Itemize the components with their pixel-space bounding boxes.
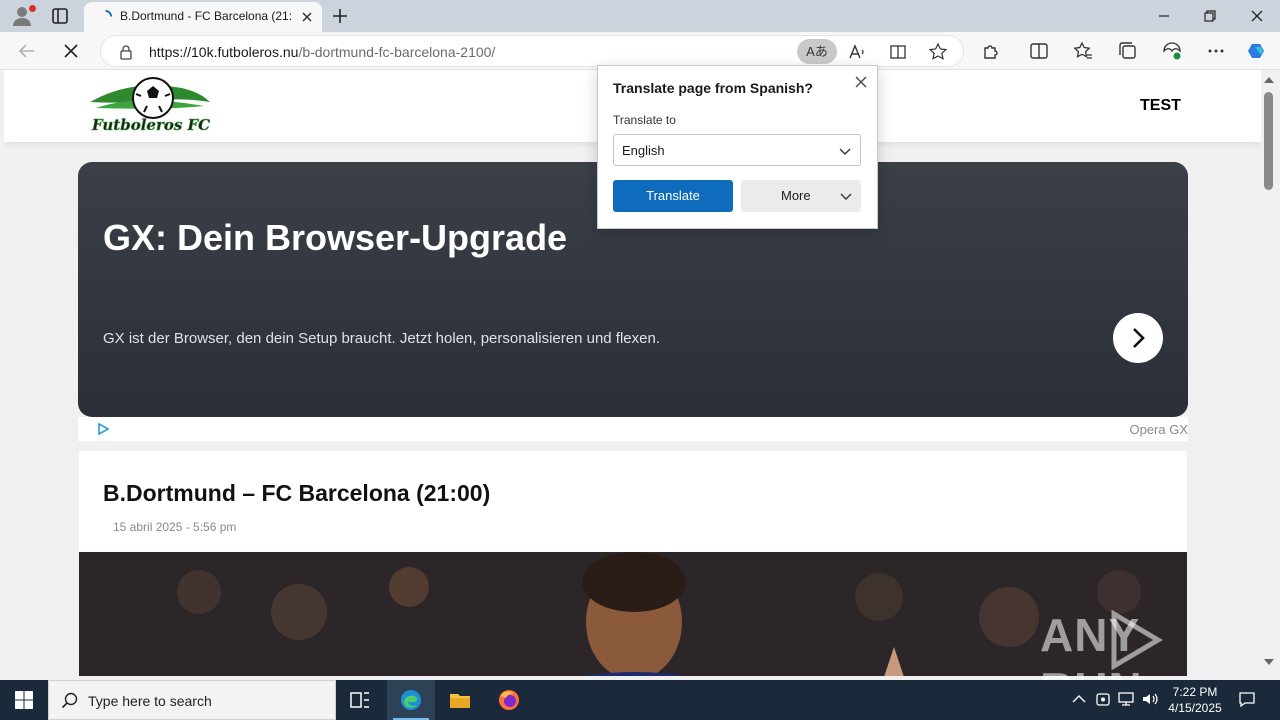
minimize-icon[interactable] (1154, 6, 1174, 26)
article-date: 15 abril 2025 - 5:56 pm (113, 520, 237, 534)
edge-taskbar-button[interactable] (387, 680, 435, 720)
taskbar-search[interactable]: Type here to search (48, 680, 336, 720)
chevron-right-icon (1133, 328, 1145, 348)
volume-icon[interactable] (1141, 690, 1159, 708)
ad-text: GX ist der Browser, den dein Setup brauc… (103, 330, 660, 347)
restore-icon[interactable] (1200, 6, 1220, 26)
copilot-icon[interactable] (1246, 40, 1268, 62)
address-bar[interactable]: https://10k.futboleros.nu/b-dortmund-fc-… (100, 35, 964, 67)
translate-to-label: Translate to (613, 113, 676, 127)
loading-spinner-icon (105, 9, 113, 17)
clock-time: 7:22 PM (1172, 685, 1218, 699)
tab-strip: B.Dortmund - FC Barcelona (21:0 (0, 0, 1280, 32)
favorite-star-icon[interactable] (928, 42, 948, 62)
extensions-icon[interactable] (980, 40, 1002, 62)
article-image (79, 552, 1187, 676)
browser-tab[interactable]: B.Dortmund - FC Barcelona (21:0 (84, 2, 322, 32)
translate-confirm-button[interactable]: Translate (613, 180, 733, 212)
task-view-icon (350, 692, 369, 708)
scroll-thumb[interactable] (1264, 92, 1273, 190)
url-path: /b-dortmund-fc-barcelona-2100/ (298, 44, 496, 60)
close-window-icon[interactable] (1247, 6, 1267, 26)
notifications-icon[interactable] (1238, 690, 1256, 708)
article-title: B.Dortmund – FC Barcelona (21:00) (103, 480, 491, 506)
firefox-button[interactable] (485, 680, 533, 720)
favorites-icon[interactable] (1072, 40, 1094, 62)
taskbar-clock[interactable]: 7:22 PM 4/15/2025 (1160, 684, 1230, 716)
tab-title: B.Dortmund - FC Barcelona (21:0 (120, 9, 292, 23)
browser-essentials-icon[interactable] (1161, 40, 1183, 62)
read-aloud-icon[interactable] (847, 42, 867, 62)
file-explorer-button[interactable] (436, 680, 484, 720)
more-options-button[interactable]: More (741, 180, 861, 212)
ad-footer: Opera GX (78, 417, 1188, 441)
site-logo[interactable]: Futboleros FC (86, 72, 216, 138)
close-icon[interactable] (853, 74, 869, 90)
url-domain: https://10k.futboleros.nu (149, 44, 299, 60)
immersive-reader-icon[interactable] (888, 42, 908, 62)
close-tab-icon[interactable] (300, 10, 314, 24)
player-photo (79, 552, 1187, 676)
language-select[interactable]: English (613, 134, 861, 166)
search-placeholder: Type here to search (88, 693, 212, 709)
windows-start-icon[interactable] (14, 690, 34, 710)
ad-brand[interactable]: Opera GX (1129, 422, 1188, 437)
back-icon[interactable] (16, 40, 38, 62)
edge-icon (401, 690, 421, 710)
chevron-down-icon (839, 148, 851, 155)
chevron-up-icon[interactable] (1070, 690, 1088, 708)
settings-more-icon[interactable] (1205, 40, 1227, 62)
new-tab-icon[interactable] (330, 6, 350, 26)
folder-icon (450, 694, 470, 708)
svg-text:Futboleros FC: Futboleros FC (91, 116, 210, 134)
ad-next-button[interactable] (1113, 313, 1163, 363)
taskbar: Type here to search 7:22 PM 4/15/2025 (0, 680, 1280, 720)
translate-popup: Translate page from Spanish? Translate t… (597, 65, 878, 229)
translate-button[interactable]: Aあ (797, 39, 837, 64)
ad-choices-icon[interactable] (96, 422, 110, 436)
selected-language: English (622, 143, 665, 158)
stop-loading-icon[interactable] (60, 40, 82, 62)
scroll-up-icon[interactable] (1263, 76, 1275, 84)
search-icon (61, 692, 78, 709)
firefox-icon (499, 690, 519, 710)
clock-date: 4/15/2025 (1168, 701, 1222, 715)
url-text: https://10k.futboleros.nu/b-dortmund-fc-… (149, 44, 495, 60)
article-card: B.Dortmund – FC Barcelona (21:00) 15 abr… (79, 451, 1187, 676)
nav-link-test[interactable]: TEST (1140, 97, 1181, 115)
network-icon[interactable] (1117, 690, 1135, 708)
more-label: More (781, 188, 811, 203)
split-screen-icon[interactable] (1028, 40, 1050, 62)
popup-title: Translate page from Spanish? (613, 80, 813, 96)
collections-icon[interactable] (1117, 40, 1139, 62)
page-scrollbar[interactable] (1261, 70, 1280, 676)
ad-title: GX: Dein Browser-Upgrade (103, 217, 568, 258)
task-view-button[interactable] (336, 680, 384, 720)
security-icon[interactable] (1094, 690, 1112, 708)
chevron-down-icon (840, 193, 852, 200)
watermark-play-icon (1111, 610, 1163, 670)
lock-icon[interactable] (119, 44, 133, 60)
notification-dot (29, 5, 36, 12)
tab-actions-icon[interactable] (50, 6, 70, 26)
